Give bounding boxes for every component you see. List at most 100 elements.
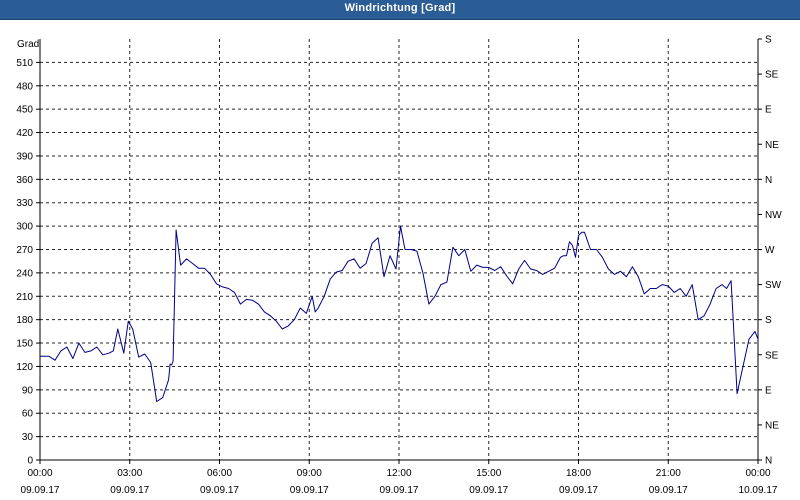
data-point (371, 243, 372, 244)
data-point (596, 249, 597, 250)
y-axis-unit-label: Grad (17, 39, 39, 50)
compass-label: SE (765, 350, 779, 361)
data-point (416, 250, 417, 251)
data-point (54, 360, 55, 361)
data-point (674, 292, 675, 293)
data-point (204, 268, 205, 269)
compass-label: E (765, 105, 772, 116)
data-point (554, 268, 555, 269)
data-point (563, 255, 564, 256)
compass-label: S (765, 35, 772, 46)
x-tick-date: 09.09.17 (649, 485, 688, 496)
data-point (336, 272, 337, 273)
data-point (113, 350, 114, 351)
data-point (736, 393, 737, 394)
data-point (72, 358, 73, 359)
y-tick-label: 240 (16, 268, 33, 279)
data-point (180, 264, 181, 265)
y-tick-label: 330 (16, 198, 33, 209)
y-tick-label: 30 (22, 432, 34, 443)
data-point (494, 270, 495, 271)
data-point (680, 288, 681, 289)
data-point (754, 331, 755, 332)
data-point (96, 346, 97, 347)
compass-label: NE (765, 140, 779, 151)
data-point (176, 229, 177, 230)
data-point (757, 339, 758, 340)
data-point (482, 267, 483, 268)
data-point (228, 288, 229, 289)
compass-label: S (765, 315, 772, 326)
y-tick-label: 90 (22, 385, 34, 396)
data-point (602, 257, 603, 258)
data-point (692, 284, 693, 285)
y-tick-label: 390 (16, 151, 33, 162)
data-point (60, 350, 61, 351)
data-point (354, 258, 355, 259)
data-point (144, 353, 145, 354)
data-point (452, 247, 453, 248)
compass-label: E (765, 385, 772, 396)
data-point (240, 303, 241, 304)
x-tick-time: 03:00 (117, 468, 142, 479)
y-tick-label: 0 (27, 456, 33, 467)
data-point (686, 296, 687, 297)
y-tick-label: 420 (16, 128, 33, 139)
data-point (383, 276, 384, 277)
data-point (222, 286, 223, 287)
x-tick-date: 09.09.17 (290, 485, 329, 496)
data-point (66, 346, 67, 347)
x-tick-date: 09.09.17 (559, 485, 598, 496)
data-point (524, 260, 525, 261)
data-point (318, 307, 319, 308)
data-point (506, 275, 507, 276)
data-point (500, 266, 501, 267)
data-point (234, 292, 235, 293)
x-tick-time: 06:00 (207, 468, 232, 479)
data-point (288, 325, 289, 326)
data-point (464, 249, 465, 250)
data-point (590, 249, 591, 250)
data-point (626, 276, 627, 277)
y-tick-label: 450 (16, 105, 33, 116)
data-point (446, 282, 447, 283)
data-point (192, 263, 193, 264)
data-point (458, 255, 459, 256)
x-tick-time: 00:00 (27, 468, 52, 479)
data-point (548, 271, 549, 272)
data-point (404, 249, 405, 250)
data-point (668, 286, 669, 287)
x-tick-date: 10.09.17 (739, 485, 778, 496)
data-point (722, 284, 723, 285)
data-point (716, 288, 717, 289)
data-point (306, 313, 307, 314)
data-point (330, 279, 331, 280)
compass-label: NE (765, 420, 779, 431)
data-point (698, 319, 699, 320)
x-tick-time: 21:00 (656, 468, 681, 479)
data-point (270, 315, 271, 316)
data-point (210, 274, 211, 275)
data-point (434, 296, 435, 297)
data-point (569, 241, 570, 242)
data-point (170, 364, 171, 365)
compass-label: SE (765, 70, 779, 81)
data-point (644, 293, 645, 294)
data-point (198, 268, 199, 269)
data-point (39, 356, 40, 357)
data-point (150, 362, 151, 363)
y-tick-label: 480 (16, 81, 33, 92)
data-point (123, 353, 124, 354)
data-point (584, 232, 585, 233)
x-tick-date: 09.09.17 (469, 485, 508, 496)
wind-direction-chart: Grad 0 30 60 90 120 150 180 210 240 270 300 330 360 3… (16, 35, 782, 497)
y-tick-label: 120 (16, 362, 33, 373)
data-point (476, 264, 477, 265)
data-point (632, 266, 633, 267)
x-tick-time: 15:00 (476, 468, 501, 479)
data-point (246, 299, 247, 300)
compass-label: N (765, 175, 772, 186)
data-point (428, 303, 429, 304)
data-point (560, 257, 561, 258)
data-point (542, 274, 543, 275)
